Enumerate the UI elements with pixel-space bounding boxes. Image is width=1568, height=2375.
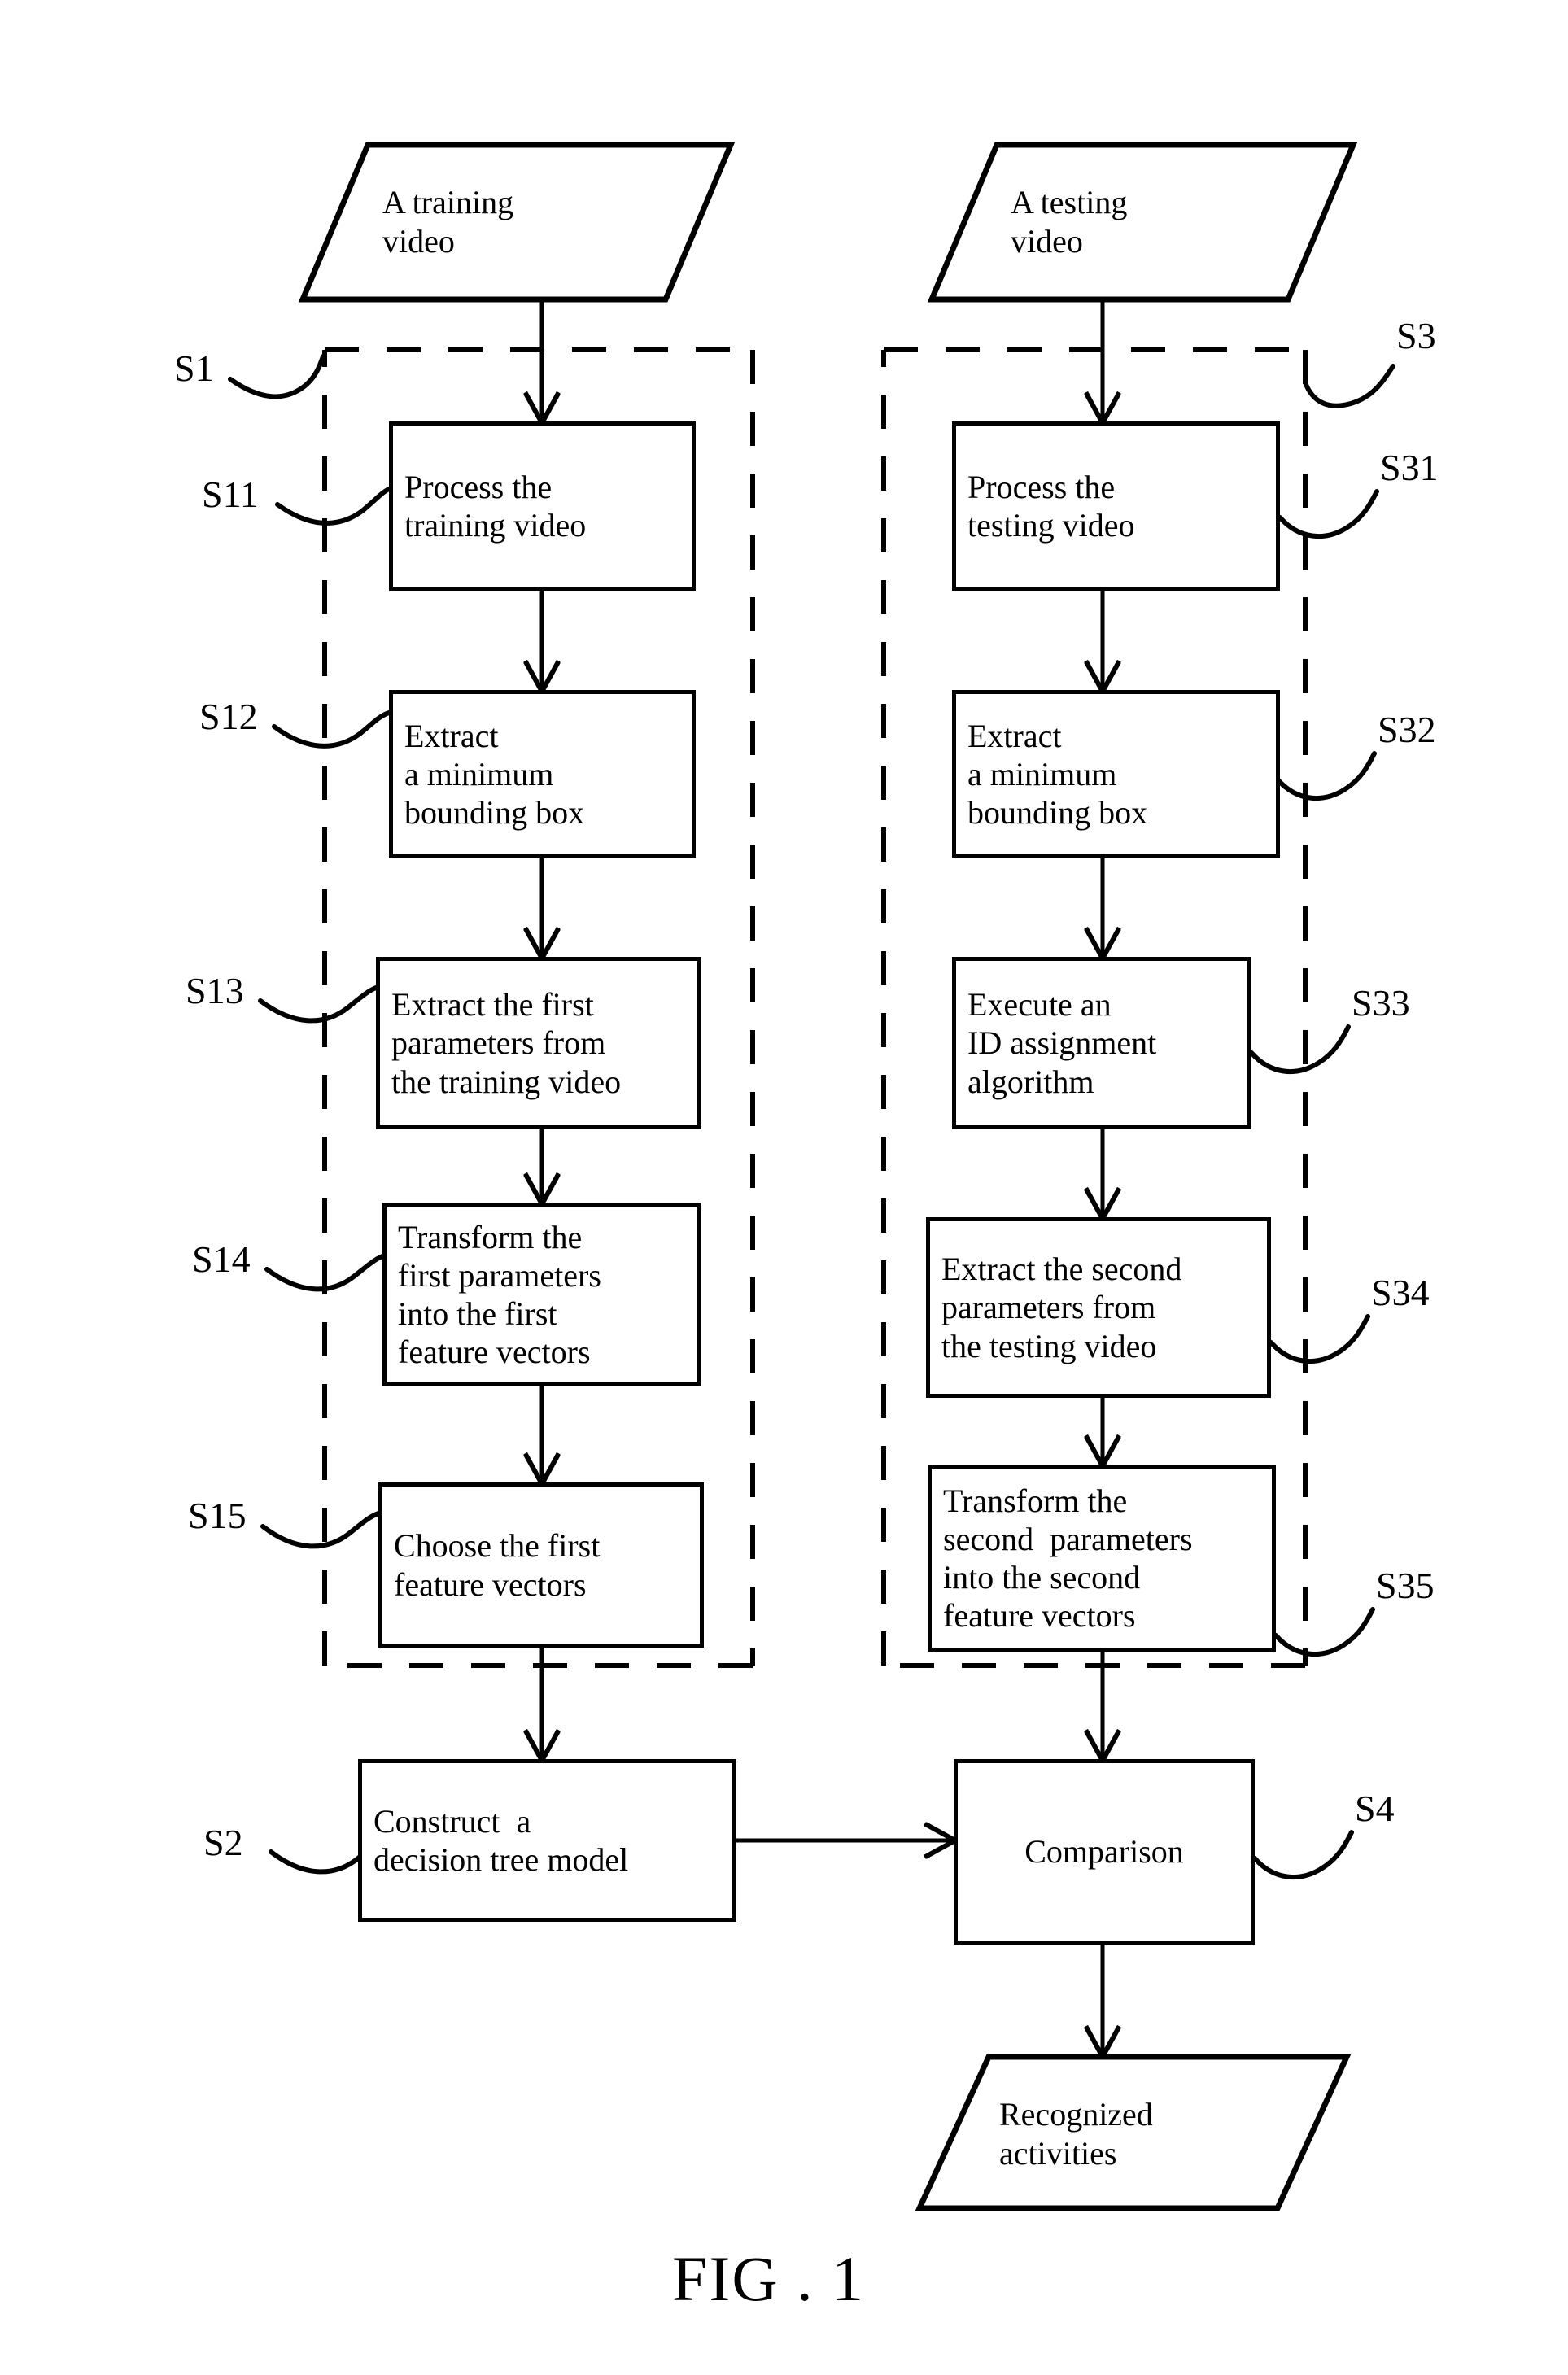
step-s31-line-1: Process the (967, 468, 1116, 505)
step-label-s35: S35 (1376, 1565, 1435, 1606)
step-label-s4: S4 (1355, 1788, 1395, 1829)
step-label-s13: S13 (186, 970, 244, 1011)
step-label-s33: S33 (1352, 982, 1410, 1024)
step-s12-line-2: a minimum (404, 755, 554, 792)
leader-s15 (260, 1511, 381, 1549)
step-box-s2[interactable]: Construct a decision tree model (358, 1759, 736, 1922)
step-box-s34[interactable]: Extract the second parameters from the t… (926, 1217, 1271, 1398)
leader-s1 (228, 354, 325, 399)
step-label-s2: S2 (203, 1822, 243, 1863)
leader-s31 (1278, 489, 1379, 539)
step-s15-line-1: Choose the first (394, 1527, 601, 1565)
step-label-s31: S31 (1380, 447, 1439, 488)
step-box-s13[interactable]: Extract the first parameters from the tr… (376, 957, 701, 1129)
leader-s33 (1249, 1024, 1351, 1074)
step-s12-line-1: Extract (404, 717, 499, 754)
step-box-s15[interactable]: Choose the first feature vectors (378, 1482, 704, 1648)
step-label-s14: S14 (192, 1238, 251, 1280)
step-label-s12: S12 (199, 696, 258, 737)
testing-video-shape (927, 142, 1358, 303)
patent-figure-1: A training video A testing video Recogni… (0, 0, 1568, 2375)
step-s32-line-1: Extract (967, 717, 1062, 754)
step-box-s4[interactable]: Comparison (954, 1759, 1255, 1945)
step-s33-line-2: ID assignment (967, 1024, 1157, 1062)
step-s35-line-3: into the second (943, 1559, 1141, 1596)
step-s12-line-3: bounding box (404, 794, 585, 832)
step-s34-line-2: parameters from (941, 1289, 1156, 1326)
step-label-s34: S34 (1371, 1272, 1430, 1313)
leader-s3 (1303, 364, 1395, 408)
step-s31-line-2: testing video (967, 507, 1135, 544)
leader-s11 (275, 487, 391, 526)
step-s34-line-3: the testing video (941, 1327, 1157, 1364)
step-s15-line-2: feature vectors (394, 1565, 587, 1603)
step-box-s35[interactable]: Transform the second parameters into the… (928, 1465, 1276, 1652)
step-s34-line-1: Extract the second (941, 1251, 1182, 1288)
step-s14-line-4: feature vectors (398, 1334, 591, 1371)
step-s11-line-1: Process the (404, 468, 553, 505)
step-s32-line-3: bounding box (967, 794, 1148, 832)
leader-s12 (272, 710, 391, 749)
step-s35-line-2: second parameters (943, 1520, 1193, 1557)
step-box-s14[interactable]: Transform the first parameters into the … (382, 1203, 701, 1386)
leader-s2 (269, 1845, 374, 1875)
training-video-shape (298, 142, 736, 303)
step-box-s32[interactable]: Extract a minimum bounding box (952, 690, 1280, 858)
step-s13-line-3: the training video (391, 1063, 622, 1100)
diagram-vector-layer (228, 142, 1395, 2211)
step-s35-line-4: feature vectors (943, 1597, 1136, 1635)
step-s13-line-1: Extract the first (391, 986, 594, 1024)
step-label-s1: S1 (174, 347, 214, 389)
step-s2-line-1: Construct a (373, 1802, 531, 1840)
leader-lines-left (228, 354, 391, 1875)
step-label-s15: S15 (188, 1495, 247, 1536)
step-box-s33[interactable]: Execute an ID assignment algorithm (952, 957, 1251, 1129)
step-box-s31[interactable]: Process the testing video (952, 421, 1280, 591)
step-s11-line-2: training video (404, 507, 587, 544)
leader-s4 (1252, 1830, 1354, 1879)
figure-caption: FIG . 1 (672, 2243, 866, 2314)
step-s14-line-3: into the first (398, 1295, 557, 1332)
step-s14-line-1: Transform the (398, 1218, 583, 1255)
leader-s32 (1275, 751, 1377, 801)
step-s4-line-1: Comparison (1024, 1833, 1184, 1871)
leader-s34 (1269, 1314, 1370, 1364)
step-s13-line-2: parameters from (391, 1024, 606, 1062)
step-s33-line-1: Execute an (967, 986, 1112, 1024)
leader-s13 (258, 985, 378, 1024)
step-label-s32: S32 (1378, 709, 1436, 750)
step-s35-line-1: Transform the (943, 1482, 1128, 1519)
step-s14-line-2: first parameters (398, 1256, 601, 1294)
step-s33-line-3: algorithm (967, 1063, 1094, 1100)
leader-s35 (1273, 1607, 1375, 1657)
step-label-s11: S11 (202, 474, 259, 515)
step-s2-line-2: decision tree model (373, 1841, 629, 1878)
step-label-s3: S3 (1396, 315, 1436, 356)
step-box-s11[interactable]: Process the training video (389, 421, 696, 591)
recognized-activities-shape (915, 2054, 1352, 2211)
step-box-s12[interactable]: Extract a minimum bounding box (389, 690, 696, 858)
step-s32-line-2: a minimum (967, 755, 1117, 792)
